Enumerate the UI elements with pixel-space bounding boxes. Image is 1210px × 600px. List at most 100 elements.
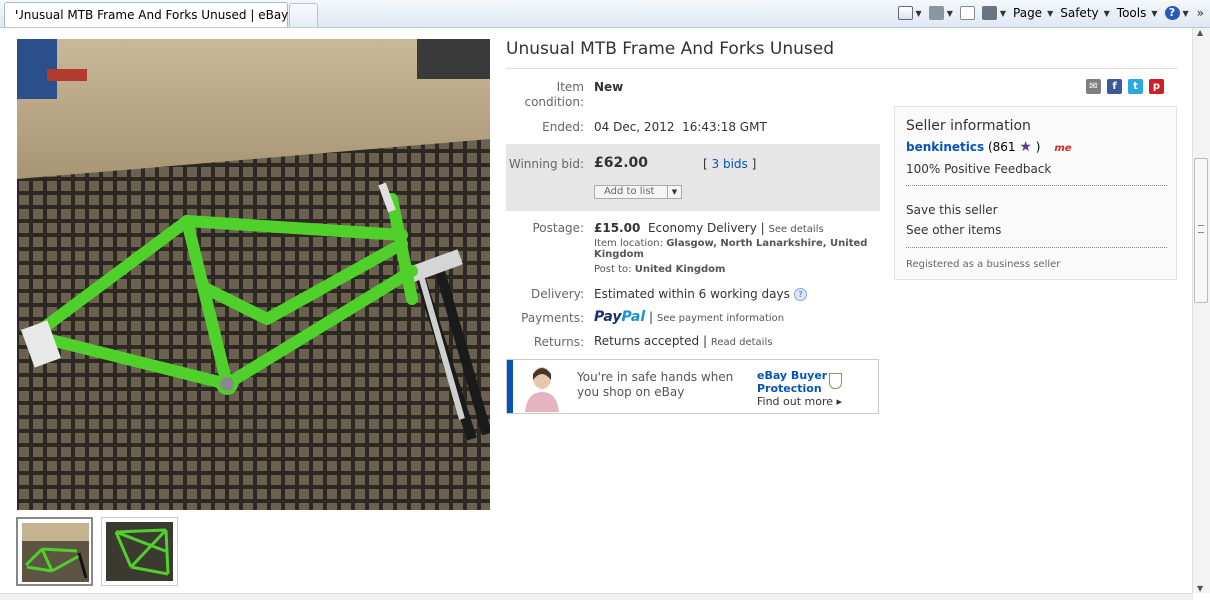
- ended-value: 04 Dec, 2012 16:43:18 GMT: [594, 120, 767, 134]
- dotted-divider: [906, 185, 1167, 186]
- feedback-star-icon: ★: [1019, 139, 1032, 155]
- returns-line: Returns accepted | Read details: [594, 334, 772, 348]
- postage-line: £15.00 Economy Delivery | See details: [594, 221, 824, 235]
- returns-label: Returns:: [533, 335, 584, 349]
- item-location-label: Item location:: [594, 238, 663, 249]
- horizontal-scrollbar[interactable]: [0, 593, 1193, 600]
- safety-menu-label: Safety: [1060, 6, 1099, 20]
- chevron-down-icon: ▼: [1047, 8, 1054, 18]
- feedback-score-open: (861: [987, 140, 1016, 154]
- scrollbar-thumb[interactable]: [1194, 158, 1208, 303]
- me-page-icon[interactable]: me: [1054, 143, 1071, 154]
- ended-label: Ended:: [542, 120, 584, 134]
- page-menu[interactable]: Page ▼: [1013, 6, 1053, 20]
- seller-username-link[interactable]: benkinetics: [906, 140, 984, 154]
- thumbnail-1[interactable]: [16, 517, 93, 586]
- bid-count-close: ]: [751, 157, 757, 171]
- payments-line: PayPal | See payment information: [594, 309, 784, 325]
- save-seller-link[interactable]: Save this seller: [906, 203, 998, 217]
- postage-label: Postage:: [532, 221, 584, 235]
- browser-toolbar: ▼ ▼ ▼ Page ▼ Safety ▼ Tools ▼ ? ▼ »: [891, 3, 1204, 23]
- payment-info-link[interactable]: See payment information: [657, 313, 784, 324]
- browser-chrome: Unusual MTB Frame And Forks Unused | eBa…: [0, 0, 1210, 28]
- business-seller-note: Registered as a business seller: [906, 259, 1061, 270]
- chevron-down-icon: ▼: [999, 8, 1007, 18]
- buyer-protection-banner[interactable]: You're in safe hands when you shop on eB…: [506, 359, 879, 414]
- seller-info-heading: Seller information: [906, 118, 1031, 134]
- payments-label: Payments:: [521, 311, 584, 325]
- chevron-down-icon: ▼: [946, 8, 953, 18]
- banner-message: You're in safe hands when you shop on eB…: [577, 370, 733, 400]
- postage-details-link[interactable]: See details: [769, 224, 824, 235]
- returns-details-link[interactable]: Read details: [711, 337, 773, 348]
- seller-name-line: benkinetics (861 ★ ) me: [906, 140, 1072, 154]
- listing-title: Unusual MTB Frame And Forks Unused: [506, 39, 835, 59]
- main-product-image[interactable]: [17, 39, 490, 510]
- pinterest-share-icon[interactable]: p: [1149, 79, 1164, 94]
- new-tab-button[interactable]: [289, 3, 318, 27]
- scroll-down-arrow-icon[interactable]: ▼: [1197, 584, 1203, 593]
- mail-icon: [959, 6, 975, 20]
- dotted-divider: [906, 247, 1167, 248]
- thumbnail-2[interactable]: [101, 517, 178, 586]
- rss-icon: [928, 6, 944, 20]
- thumbnail-image: [22, 523, 89, 582]
- banner-stripe: [507, 360, 513, 413]
- add-to-list-label: Add to list: [604, 186, 655, 197]
- browser-tab[interactable]: Unusual MTB Frame And Forks Unused | eBa…: [4, 2, 288, 27]
- bid-count: [ 3 bids ]: [703, 157, 756, 171]
- printer-icon: [981, 6, 997, 20]
- item-location: Item location: Glasgow, North Lanarkshir…: [594, 238, 874, 260]
- seller-info-panel: Seller information benkinetics (861 ★ ) …: [894, 106, 1177, 280]
- paypal-logo-pay: Pay: [594, 309, 622, 325]
- find-out-more-link[interactable]: Find out more ▸: [757, 395, 842, 408]
- postage-service: Economy Delivery |: [647, 221, 765, 235]
- support-agent-image: [517, 362, 567, 412]
- condition-value: New: [594, 80, 624, 94]
- read-mail-button[interactable]: [959, 6, 975, 20]
- returns-value: Returns accepted |: [594, 334, 707, 348]
- help-icon: ?: [1164, 6, 1180, 20]
- delivery-value: Estimated within 6 working days: [594, 287, 790, 301]
- delivery-label: Delivery:: [531, 287, 584, 301]
- chevron-down-icon[interactable]: ▼: [667, 186, 681, 198]
- toolbar-overflow-button[interactable]: »: [1197, 6, 1204, 20]
- twitter-share-icon[interactable]: t: [1128, 79, 1143, 94]
- grip-icon: [1198, 225, 1204, 233]
- info-icon[interactable]: ?: [793, 288, 807, 301]
- tab-title: Unusual MTB Frame And Forks Unused | eBa…: [15, 8, 289, 22]
- add-to-list-button[interactable]: Add to list ▼: [594, 185, 682, 199]
- feeds-button[interactable]: ▼: [928, 6, 953, 20]
- postage-price: £15.00: [594, 221, 641, 235]
- winning-bid-label: Winning bid:: [508, 157, 584, 171]
- post-to: Post to: United Kingdom: [594, 264, 725, 275]
- tools-menu-label: Tools: [1116, 6, 1147, 20]
- payments-separator: |: [648, 310, 654, 324]
- paypal-logo-pal: Pal: [621, 309, 646, 325]
- post-to-label: Post to:: [594, 264, 632, 275]
- chevron-down-icon: ▼: [1182, 8, 1189, 18]
- bid-history-link[interactable]: 3 bids: [712, 157, 748, 171]
- chevron-down-icon: ▼: [1103, 8, 1110, 18]
- thumbnail-strip: [16, 517, 178, 586]
- vertical-scrollbar[interactable]: ▲ ▼: [1192, 28, 1210, 593]
- positive-feedback: 100% Positive Feedback: [906, 162, 1052, 176]
- winning-bid-panel: [506, 144, 880, 211]
- help-menu[interactable]: ? ▼: [1164, 6, 1189, 20]
- tools-menu[interactable]: Tools ▼: [1117, 6, 1158, 20]
- scroll-up-arrow-icon[interactable]: ▲: [1197, 28, 1203, 37]
- email-share-icon[interactable]: ✉: [1086, 79, 1101, 94]
- safety-menu[interactable]: Safety ▼: [1060, 6, 1110, 20]
- thumbnail-image: [106, 522, 173, 581]
- see-other-items-link[interactable]: See other items: [906, 223, 1001, 237]
- feedback-score-close: ): [1035, 140, 1041, 154]
- paypal-logo: PayPal: [594, 309, 645, 325]
- bike-frame-photo: [17, 39, 490, 510]
- print-button[interactable]: ▼: [981, 6, 1007, 20]
- condition-label: Item condition:: [524, 80, 584, 109]
- delivery-line: Estimated within 6 working days?: [594, 287, 807, 301]
- bid-count-open: [: [703, 157, 708, 171]
- facebook-share-icon[interactable]: f: [1107, 79, 1122, 94]
- title-divider: [506, 68, 1178, 69]
- home-button[interactable]: ▼: [897, 6, 922, 20]
